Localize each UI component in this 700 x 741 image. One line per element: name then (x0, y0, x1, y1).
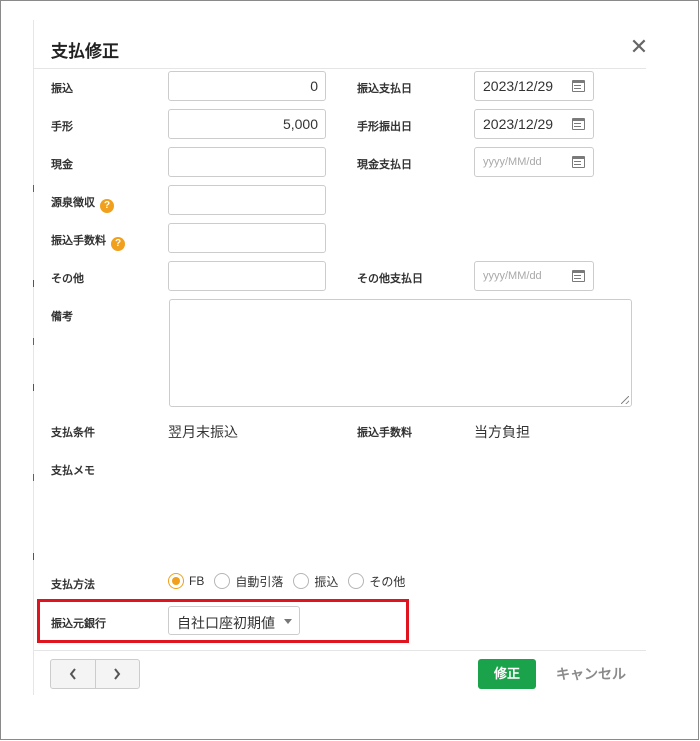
calendar-icon[interactable] (572, 80, 585, 92)
footer-divider (34, 650, 646, 651)
transfer-fee-input[interactable] (168, 223, 326, 253)
other-amount-input[interactable] (168, 261, 326, 291)
dialog-title: 支払修正 (51, 42, 119, 61)
cash-date-input[interactable]: yyyy/MM/dd (474, 147, 594, 177)
transfer-amount-input[interactable]: 0 (168, 71, 326, 101)
calendar-icon[interactable] (572, 270, 585, 282)
source-bank-selected-value: 自社口座初期値 (177, 615, 275, 631)
payment-memo-label: 支払メモ (51, 465, 95, 477)
withholding-input[interactable] (168, 185, 326, 215)
transfer-fee-label-text: 振込手数料 (51, 235, 106, 247)
cash-label: 現金 (51, 159, 73, 171)
transfer-date-value: 2023/12/29 (483, 78, 554, 94)
radio-circle[interactable] (168, 573, 184, 589)
radio-circle[interactable] (348, 573, 365, 589)
withholding-label-text: 源泉徴収 (51, 197, 95, 209)
radio-label: その他 (369, 574, 406, 589)
bill-date-label: 手形振出日 (357, 121, 412, 133)
transfer-date-input[interactable]: 2023/12/29 (474, 71, 594, 101)
source-bank-select[interactable]: 自社口座初期値 (168, 606, 300, 635)
transfer-fee-label: 振込手数料? (51, 232, 125, 251)
help-icon[interactable]: ? (111, 237, 125, 251)
radio-circle[interactable] (214, 573, 231, 589)
radio-fb[interactable]: FB (168, 573, 204, 589)
transfer-label: 振込 (51, 83, 73, 95)
header-divider (34, 68, 646, 69)
remarks-label: 備考 (51, 311, 73, 323)
chevron-left-icon (69, 668, 76, 680)
cash-amount-input[interactable] (168, 147, 326, 177)
calendar-icon[interactable] (572, 156, 585, 168)
remarks-textarea[interactable] (169, 299, 632, 407)
cash-date-placeholder: yyyy/MM/dd (483, 156, 542, 168)
next-record-button[interactable] (94, 660, 139, 688)
source-bank-label: 振込元銀行 (51, 618, 106, 630)
other-date-label: その他支払日 (357, 273, 423, 285)
calendar-icon[interactable] (572, 118, 585, 130)
cancel-button[interactable]: キャンセル (556, 664, 626, 684)
chevron-down-icon (284, 619, 292, 624)
radio-label: FB (189, 574, 205, 588)
other-date-input[interactable]: yyyy/MM/dd (474, 261, 594, 291)
radio-other[interactable]: その他 (348, 573, 405, 590)
help-icon[interactable]: ? (100, 199, 114, 213)
payment-terms-label: 支払条件 (51, 427, 95, 439)
payment-method-label: 支払方法 (51, 579, 95, 591)
withholding-label: 源泉徴収? (51, 194, 114, 213)
chevron-right-icon (114, 668, 121, 680)
bill-label: 手形 (51, 121, 73, 133)
bill-date-input[interactable]: 2023/12/29 (474, 109, 594, 139)
cash-date-label: 現金支払日 (357, 159, 412, 171)
fee-bearer-label: 振込手数料 (357, 427, 412, 439)
close-icon[interactable]: ✕ (628, 35, 650, 59)
bill-date-value: 2023/12/29 (483, 116, 554, 132)
radio-auto-debit[interactable]: 自動引落 (214, 573, 283, 590)
resize-handle-icon[interactable] (621, 396, 629, 404)
radio-label: 振込 (314, 574, 339, 589)
record-pager (50, 659, 140, 689)
other-label: その他 (51, 273, 84, 285)
radio-circle[interactable] (293, 573, 310, 589)
submit-button[interactable]: 修正 (478, 659, 536, 689)
other-date-placeholder: yyyy/MM/dd (483, 270, 542, 282)
radio-label: 自動引落 (235, 574, 284, 589)
payment-method-radio-group: FB 自動引落 振込 その他 (168, 572, 415, 590)
bill-amount-input[interactable]: 5,000 (168, 109, 326, 139)
payment-terms-value: 翌月末振込 (168, 424, 238, 440)
radio-transfer[interactable]: 振込 (293, 573, 338, 590)
transfer-date-label: 振込支払日 (357, 83, 412, 95)
prev-record-button[interactable] (51, 660, 95, 688)
fee-bearer-value: 当方負担 (474, 424, 530, 440)
